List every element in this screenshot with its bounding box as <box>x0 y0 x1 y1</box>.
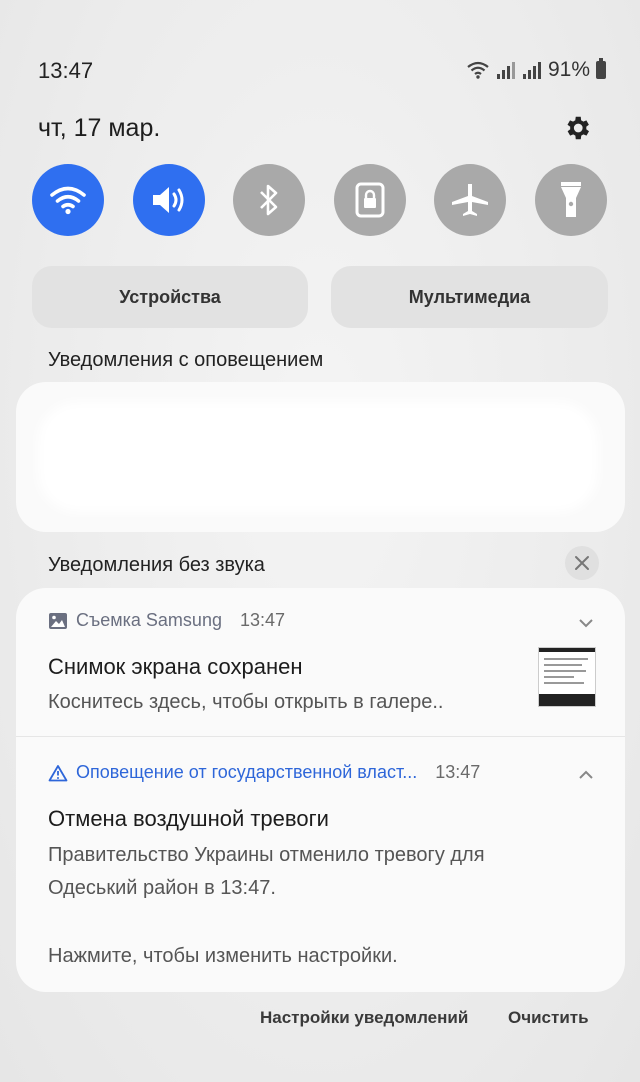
notification-settings-link[interactable]: Настройки уведомлений <box>260 1008 468 1028</box>
battery-percent: 91% <box>547 58 590 81</box>
date-label: чт, 17 мар. <box>38 114 161 142</box>
airplane-toggle[interactable] <box>434 164 506 236</box>
hidden-notification-card[interactable] <box>16 382 625 532</box>
rotation-lock-icon <box>355 182 385 218</box>
warning-icon <box>48 764 68 781</box>
media-button[interactable]: Мультимедиа <box>331 266 608 328</box>
clear-silent-button[interactable] <box>565 546 599 580</box>
devices-button[interactable]: Устройства <box>32 266 308 328</box>
sound-icon <box>153 187 184 213</box>
wifi-status-icon <box>467 61 489 79</box>
notification-time: 13:47 <box>435 762 481 782</box>
divider <box>16 736 625 737</box>
status-bar: 13:47 91% <box>38 58 606 86</box>
app-name: Оповещение от государственной власт... <box>76 762 418 782</box>
notification-settings-hint[interactable]: Нажмите, чтобы изменить настройки. <box>48 940 398 973</box>
clear-all-link[interactable]: Очистить <box>508 1008 589 1028</box>
flashlight-icon <box>561 182 581 217</box>
image-icon <box>49 612 67 629</box>
notification-text: Коснитесь здесь, чтобы открыть в галере.… <box>48 691 444 713</box>
battery-icon <box>596 58 606 79</box>
redacted-content <box>38 402 598 512</box>
close-icon <box>575 556 589 570</box>
chevron-up-icon[interactable] <box>577 766 595 784</box>
screenshot-thumbnail <box>538 647 596 707</box>
alerting-section-title: Уведомления с оповещением <box>48 349 324 371</box>
notification-text-line2: Одеський район в 13:47. <box>48 877 276 899</box>
app-name: Съемка Samsung <box>76 610 222 630</box>
notification-header: Съемка Samsung 13:47 <box>48 610 285 631</box>
quick-settings <box>32 164 608 236</box>
silent-notifications-card: Съемка Samsung 13:47 Снимок экрана сохра… <box>16 588 625 992</box>
signal-icon-2 <box>522 62 541 79</box>
notification-header: Оповещение от государственной власт... 1… <box>48 762 480 783</box>
bluetooth-toggle[interactable] <box>233 164 305 236</box>
flashlight-toggle[interactable] <box>535 164 607 236</box>
wifi-toggle[interactable] <box>32 164 104 236</box>
status-time: 13:47 <box>38 58 94 83</box>
wifi-icon <box>50 186 86 215</box>
signal-icon <box>496 62 515 79</box>
sound-toggle[interactable] <box>133 164 205 236</box>
notification-text-line1: Правительство Украины отменило тревогу д… <box>48 844 485 866</box>
notification-title: Отмена воздушной тревоги <box>48 806 329 831</box>
notification-title: Снимок экрана сохранен <box>48 654 303 679</box>
notification-time: 13:47 <box>239 610 286 630</box>
status-icons: 91% <box>466 58 606 82</box>
airplane-icon <box>452 184 488 216</box>
silent-section-title: Уведомления без звука <box>48 554 265 576</box>
rotation-lock-toggle[interactable] <box>334 164 406 236</box>
bluetooth-icon <box>260 184 278 216</box>
chevron-down-icon[interactable] <box>577 614 595 632</box>
gear-icon[interactable] <box>562 113 592 143</box>
